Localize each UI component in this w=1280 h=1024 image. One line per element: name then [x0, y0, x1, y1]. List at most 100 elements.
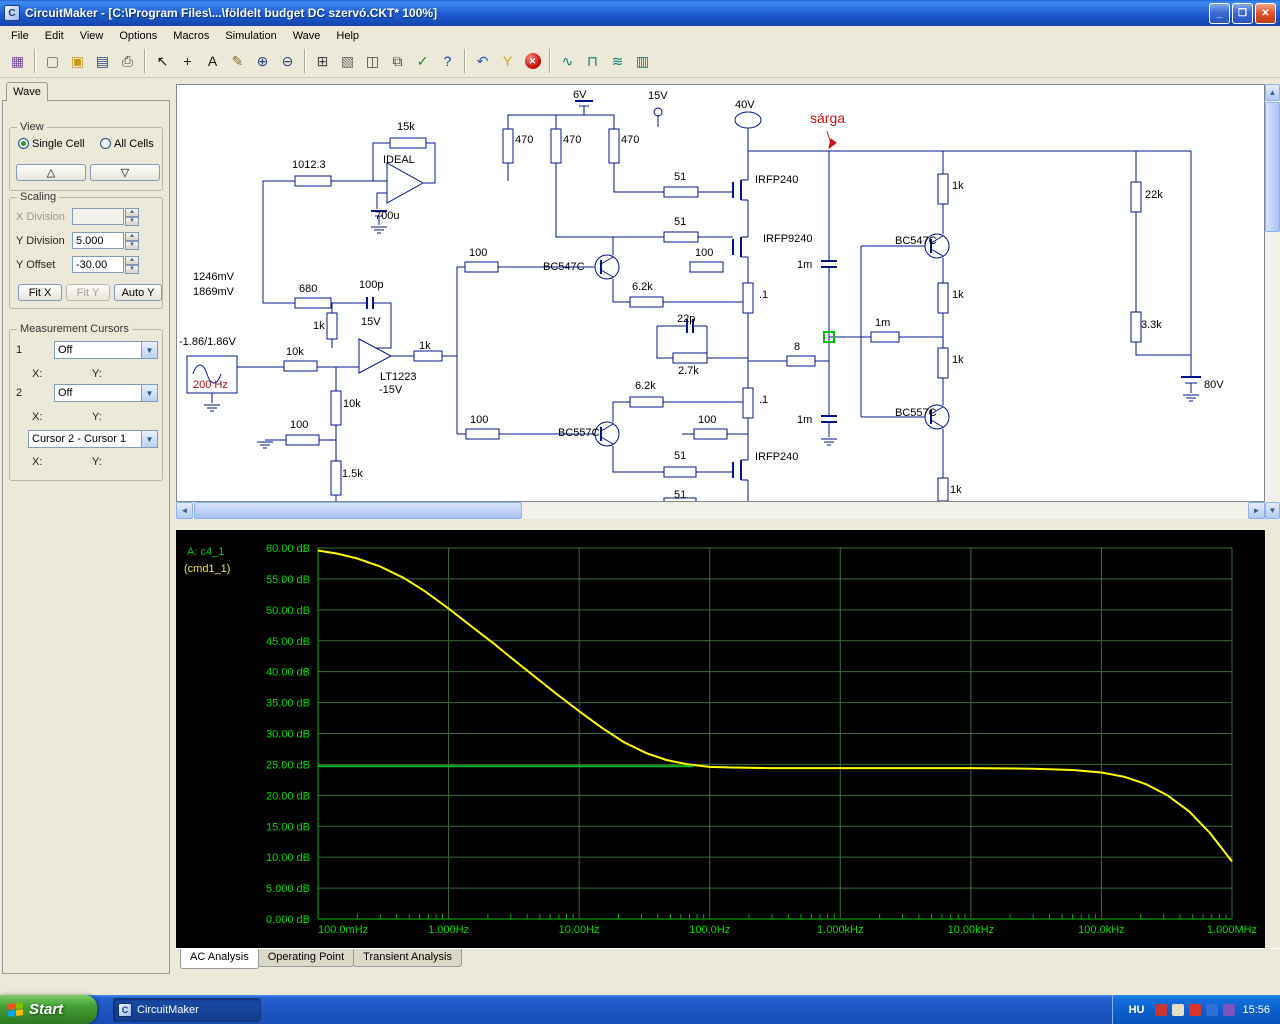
delete-tool-icon[interactable]: ✎: [225, 49, 250, 74]
schematic-vscrollbar[interactable]: ▲ ▼: [1265, 84, 1280, 519]
menu-view[interactable]: View: [72, 28, 112, 44]
system-tray: HU 15:56: [1111, 995, 1280, 1024]
y-offset-spinner[interactable]: ▲ ▼: [125, 256, 139, 274]
text-tool-icon[interactable]: A: [200, 49, 225, 74]
scroll-right-icon[interactable]: ►: [1248, 502, 1265, 519]
rotate-icon[interactable]: ⧉: [385, 49, 410, 74]
chevron-down-icon[interactable]: ▼: [141, 431, 157, 447]
logic-analyzer-icon[interactable]: ⊓: [580, 49, 605, 74]
schematic-label: 470: [621, 134, 640, 146]
cursor2-y-label: Y:: [92, 411, 102, 423]
taskbar-clock[interactable]: 15:56: [1242, 1004, 1270, 1016]
schematic-label: 3.3k: [1141, 319, 1162, 331]
tray-icon-1[interactable]: [1155, 1003, 1168, 1016]
tile-windows-icon[interactable]: ◫: [360, 49, 385, 74]
tray-icon-2[interactable]: [1172, 1003, 1185, 1016]
schematic-label: LT1223: [380, 371, 417, 383]
schematic-transistors[interactable]: [594, 180, 950, 480]
x-tick-label: 100.0mHz: [318, 924, 368, 936]
single-cell-radio[interactable]: Single Cell: [18, 138, 85, 150]
find-component-icon[interactable]: ⊞: [310, 49, 335, 74]
minimize-button[interactable]: _: [1209, 2, 1230, 24]
y-offset-input[interactable]: [72, 256, 124, 273]
signal-generator-icon[interactable]: ≋: [605, 49, 630, 74]
chevron-down-icon[interactable]: ▼: [141, 385, 157, 401]
data-sequencer-icon[interactable]: ▥: [630, 49, 655, 74]
save-file-icon[interactable]: ▤: [90, 49, 115, 74]
cell-up-button[interactable]: △: [16, 164, 86, 181]
tab-ac-analysis[interactable]: AC Analysis: [180, 949, 259, 969]
menu-macros[interactable]: Macros: [165, 28, 217, 44]
wire-tool-icon[interactable]: +: [175, 49, 200, 74]
scroll-up-icon[interactable]: ▲: [1265, 84, 1280, 101]
cursor1-x-label: X:: [32, 368, 43, 380]
new-file-icon[interactable]: ▢: [40, 49, 65, 74]
y-tick-label: 60.00 dB: [266, 543, 310, 555]
probe-icon[interactable]: Y: [495, 49, 520, 74]
taskbar-task-circuitmaker[interactable]: C CircuitMaker: [113, 997, 261, 1022]
menu-help[interactable]: Help: [328, 28, 367, 44]
arrow-tool-icon[interactable]: ↖: [150, 49, 175, 74]
tab-transient-analysis[interactable]: Transient Analysis: [353, 949, 462, 967]
auto-y-button[interactable]: Auto Y: [114, 284, 162, 301]
tray-icon-5[interactable]: [1223, 1003, 1236, 1016]
y-division-input[interactable]: [72, 232, 124, 249]
maximize-button[interactable]: ❐: [1232, 2, 1253, 24]
all-cells-radio-circle[interactable]: [100, 138, 111, 149]
print-icon[interactable]: ⎙: [115, 49, 140, 74]
start-button[interactable]: Start: [0, 995, 97, 1024]
schematic-label: BC547C: [895, 235, 937, 247]
check-wiring-icon[interactable]: ✓: [410, 49, 435, 74]
y-tick-label: 55.00 dB: [266, 574, 310, 586]
single-cell-radio-circle[interactable]: [18, 138, 29, 149]
wave-panel-tab[interactable]: Wave: [6, 82, 48, 101]
schematic-canvas[interactable]: 6V 15V 40V sárga 15k 470 470 470 1012.3 IDEAL 51 IR…: [176, 84, 1265, 502]
close-button[interactable]: ✕: [1255, 2, 1276, 24]
hscroll-thumb[interactable]: [194, 502, 522, 519]
scroll-down-icon[interactable]: ▼: [1265, 502, 1280, 519]
toolbar-separator: [549, 49, 551, 73]
help-icon[interactable]: ?: [435, 49, 460, 74]
zoom-in-icon[interactable]: ⊕: [250, 49, 275, 74]
open-file-icon[interactable]: ▣: [65, 49, 90, 74]
y-tick-label: 50.00 dB: [266, 605, 310, 617]
wave-panel: Wave View Single Cell All Cells △ ▽ Scal…: [2, 80, 172, 975]
all-cells-radio[interactable]: All Cells: [100, 138, 154, 150]
y-tick-label: 40.00 dB: [266, 667, 310, 679]
cursor-diff-select[interactable]: Cursor 2 - Cursor 1 ▼: [28, 430, 158, 448]
cell-down-button[interactable]: ▽: [90, 164, 160, 181]
y-division-spinner[interactable]: ▲ ▼: [125, 232, 139, 250]
tray-icon-4[interactable]: [1206, 1003, 1219, 1016]
cursor-diff-x-label: X:: [32, 456, 43, 468]
y-tick-label: 5.000 dB: [266, 883, 310, 895]
fit-x-button[interactable]: Fit X: [18, 284, 62, 301]
schematic-sources[interactable]: [186, 100, 1201, 394]
cursor2-select[interactable]: Off ▼: [54, 384, 158, 402]
menu-simulation[interactable]: Simulation: [217, 28, 284, 44]
cursor1-select[interactable]: Off ▼: [54, 341, 158, 359]
scope-instrument-icon[interactable]: ∿: [555, 49, 580, 74]
zoom-out-icon[interactable]: ⊖: [275, 49, 300, 74]
tray-icon-3[interactable]: [1189, 1003, 1202, 1016]
schematic-label: 10k: [343, 398, 361, 410]
stop-simulation-icon[interactable]: ✕: [520, 49, 545, 74]
vscroll-thumb[interactable]: [1265, 102, 1280, 232]
reset-simulation-icon[interactable]: ↶: [470, 49, 495, 74]
schematic-label: 1012.3: [292, 159, 326, 171]
fit-y-button[interactable]: Fit Y: [66, 284, 110, 301]
x-division-input[interactable]: [72, 208, 124, 225]
tab-operating-point[interactable]: Operating Point: [257, 949, 355, 967]
cursor2-x-label: X:: [32, 411, 43, 423]
menu-edit[interactable]: Edit: [37, 28, 72, 44]
waveform-viewer[interactable]: 60.00 dB 55.00 dB 50.00 dB 45.00 dB 40.00 dB…: [176, 530, 1265, 948]
x-division-spinner[interactable]: ▲ ▼: [125, 208, 139, 226]
scroll-left-icon[interactable]: ◄: [176, 502, 193, 519]
menu-options[interactable]: Options: [111, 28, 165, 44]
menu-wave[interactable]: Wave: [285, 28, 329, 44]
copy-icon[interactable]: ▧: [335, 49, 360, 74]
browse-components-icon[interactable]: ▦: [5, 49, 30, 74]
chevron-down-icon[interactable]: ▼: [141, 342, 157, 358]
schematic-hscrollbar[interactable]: ◄ ►: [176, 502, 1265, 519]
menu-file[interactable]: File: [3, 28, 37, 44]
language-indicator[interactable]: HU: [1125, 1003, 1149, 1017]
